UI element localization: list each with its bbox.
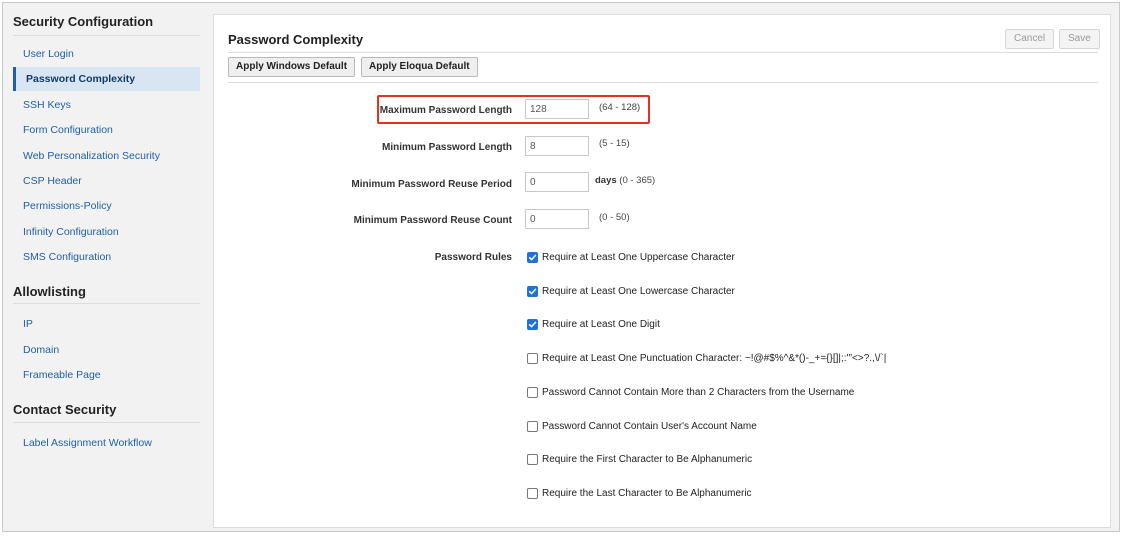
reuse-period-label: Minimum Password Reuse Period <box>351 179 512 190</box>
checkbox-unchecked[interactable] <box>527 420 538 432</box>
checkbox-checked[interactable] <box>527 251 538 263</box>
sidebar-item-password-complexity[interactable]: Password Complexity <box>13 67 200 91</box>
sidebar-item-domain[interactable]: Domain <box>13 338 200 362</box>
section-title-contact-security: Contact Security <box>13 402 117 417</box>
section-divider <box>13 303 200 304</box>
max-length-label: Maximum Password Length <box>379 105 512 116</box>
password-rule-row[interactable]: Require the Last Character to Be Alphanu… <box>527 486 752 500</box>
password-rule-label: Require at Least One Uppercase Character <box>542 251 735 263</box>
page-title: Password Complexity <box>228 32 364 47</box>
toolbar-divider <box>228 82 1098 83</box>
sidebar-item-form-configuration[interactable]: Form Configuration <box>13 118 200 142</box>
password-rule-row[interactable]: Password Cannot Contain User's Account N… <box>527 419 757 433</box>
sidebar: Security Configuration User Login Passwo… <box>3 3 208 531</box>
password-rule-row[interactable]: Require at Least One Uppercase Character <box>527 250 735 264</box>
sidebar-item-ssh-keys[interactable]: SSH Keys <box>13 93 200 117</box>
sidebar-item-ip[interactable]: IP <box>13 312 200 336</box>
reuse-count-input[interactable] <box>525 209 589 229</box>
app-frame: Security Configuration User Login Passwo… <box>2 2 1120 532</box>
save-button[interactable]: Save <box>1059 29 1100 49</box>
checkbox-unchecked[interactable] <box>527 352 538 364</box>
cancel-button[interactable]: Cancel <box>1005 29 1055 49</box>
password-rule-label: Password Cannot Contain More than 2 Char… <box>542 386 855 398</box>
password-rule-label: Require at Least One Lowercase Character <box>542 285 735 297</box>
reuse-period-unit: days <box>595 175 617 186</box>
password-rule-label: Require the Last Character to Be Alphanu… <box>542 487 752 499</box>
sidebar-item-label-assignment-workflow[interactable]: Label Assignment Workflow <box>13 431 200 455</box>
checkbox-checked[interactable] <box>527 285 538 297</box>
password-rule-row[interactable]: Require the First Character to Be Alphan… <box>527 452 752 466</box>
checkbox-checked[interactable] <box>527 318 538 330</box>
reuse-period-range: (0 - 365) <box>619 175 656 186</box>
min-length-label: Minimum Password Length <box>381 142 512 153</box>
apply-eloqua-default-button[interactable]: Apply Eloqua Default <box>361 57 478 77</box>
password-rule-row[interactable]: Require at Least One Digit <box>527 317 660 331</box>
sidebar-item-frameable-page[interactable]: Frameable Page <box>13 363 200 387</box>
password-rule-label: Require at Least One Digit <box>542 318 660 330</box>
reuse-count-hint: (0 - 50) <box>599 212 630 223</box>
checkbox-unchecked[interactable] <box>527 453 538 465</box>
sidebar-item-permissions-policy[interactable]: Permissions-Policy <box>13 194 200 218</box>
reuse-period-hint: days (0 - 365) <box>595 175 655 186</box>
password-rule-row[interactable]: Require at Least One Punctuation Charact… <box>527 351 886 365</box>
min-length-hint: (5 - 15) <box>599 138 630 149</box>
section-title-allowlisting: Allowlisting <box>13 284 86 299</box>
header-divider <box>228 52 1098 53</box>
max-length-input[interactable] <box>525 99 589 119</box>
check-icon <box>528 288 537 294</box>
main-panel: Password Complexity Cancel Save Apply Wi… <box>213 14 1111 528</box>
password-rules-label: Password Rules <box>434 252 512 263</box>
sidebar-item-infinity-configuration[interactable]: Infinity Configuration <box>13 220 200 244</box>
section-divider <box>13 422 200 423</box>
password-rule-label: Require the First Character to Be Alphan… <box>542 453 753 465</box>
check-icon <box>528 321 537 327</box>
sidebar-item-user-login[interactable]: User Login <box>13 42 200 66</box>
sidebar-item-web-personalization-security[interactable]: Web Personalization Security <box>13 144 200 168</box>
password-rule-label: Require at Least One Punctuation Charact… <box>542 352 887 364</box>
section-title-security-configuration: Security Configuration <box>13 14 154 29</box>
checkbox-unchecked[interactable] <box>527 487 538 499</box>
section-divider <box>13 35 200 36</box>
password-rule-row[interactable]: Password Cannot Contain More than 2 Char… <box>527 385 854 399</box>
min-length-input[interactable] <box>525 136 589 156</box>
sidebar-item-sms-configuration[interactable]: SMS Configuration <box>13 245 200 269</box>
checkbox-unchecked[interactable] <box>527 386 538 398</box>
max-length-hint: (64 - 128) <box>599 102 641 113</box>
password-rule-row[interactable]: Require at Least One Lowercase Character <box>527 284 735 298</box>
check-icon <box>528 254 537 260</box>
apply-windows-default-button[interactable]: Apply Windows Default <box>228 57 356 77</box>
reuse-count-label: Minimum Password Reuse Count <box>353 215 512 226</box>
sidebar-item-csp-header[interactable]: CSP Header <box>13 169 200 193</box>
password-rule-label: Password Cannot Contain User's Account N… <box>542 420 757 432</box>
reuse-period-input[interactable] <box>525 172 589 192</box>
